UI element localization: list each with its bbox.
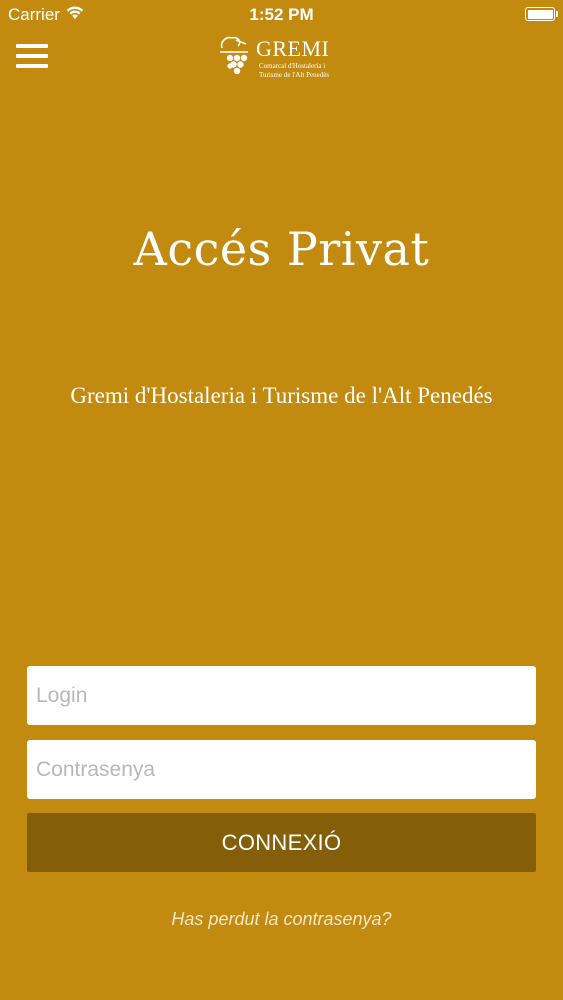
logo-title: GREMI bbox=[256, 36, 330, 61]
logo-subtitle-line-1: Comarcal d'Hostaleria i bbox=[259, 62, 326, 70]
logo-subtitle-line-2: Turisme de l'Alt Penedès bbox=[259, 71, 330, 79]
grape-logo-icon bbox=[220, 36, 248, 75]
status-bar: Carrier 1:52 PM bbox=[0, 0, 563, 30]
login-input[interactable] bbox=[27, 666, 536, 725]
gremi-logo: GREMI Comarcal d'Hostaleria i Turisme de… bbox=[216, 32, 346, 84]
battery-icon bbox=[525, 7, 558, 21]
forgot-password-link[interactable]: Has perdut la contrasenya? bbox=[0, 909, 563, 930]
page-title: Accés Privat bbox=[133, 222, 430, 276]
password-input[interactable] bbox=[27, 740, 536, 799]
page-subtitle: Gremi d'Hostaleria i Turisme de l'Alt Pe… bbox=[70, 383, 493, 408]
hamburger-menu-icon[interactable] bbox=[16, 42, 50, 72]
status-time: 1:52 PM bbox=[249, 5, 314, 24]
nav-bar: GREMI Comarcal d'Hostaleria i Turisme de… bbox=[0, 30, 563, 88]
connect-button[interactable]: CONNEXIÓ bbox=[27, 813, 536, 872]
login-screen: Carrier 1:52 PM GREMI Comarcal d'Hostale… bbox=[0, 0, 563, 1000]
